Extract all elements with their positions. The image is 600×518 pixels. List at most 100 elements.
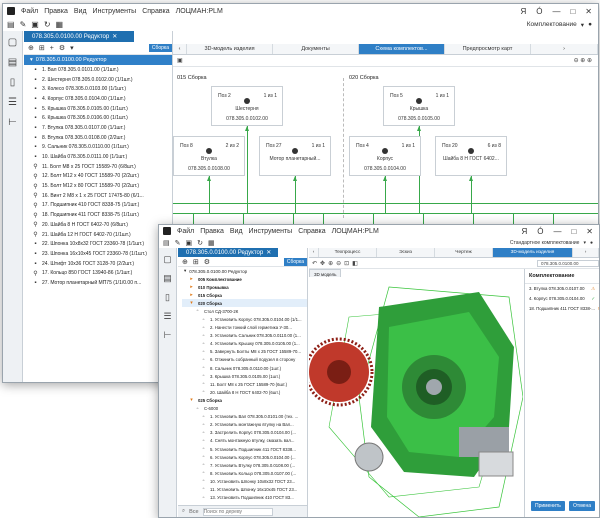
mode-selector[interactable]: Комплектование ▾ ● bbox=[527, 21, 598, 29]
tab-drawing[interactable]: Чертеж bbox=[435, 248, 493, 257]
tree-item[interactable]: ▫ 3. Установить Сальник 078.305.0.0110.00… bbox=[182, 332, 307, 340]
tree-item[interactable]: ▪ 22. Шпонка 10х8х32 ГОСТ 23360-78 (1/1шт… bbox=[32, 239, 172, 249]
rotate-icon[interactable]: ↶ bbox=[312, 260, 317, 267]
tree-item[interactable]: ▫ С-6000 bbox=[182, 405, 307, 413]
tree-item[interactable]: ▫ 3. Крышка 078.305.0.0105.00 (1шт.) bbox=[182, 372, 307, 380]
completion-item[interactable]: 18. Подшипник 411 ГОСТ 8338-...! bbox=[525, 303, 599, 313]
menu-edit[interactable]: Правка bbox=[44, 8, 68, 15]
expand-icon[interactable]: ⊕ bbox=[28, 44, 34, 52]
completion-item[interactable]: 4. Корпус 078.305.0.0104.00 ✓ bbox=[525, 294, 599, 304]
tab-prev-arrow[interactable]: ‹ bbox=[309, 248, 319, 257]
tree-item[interactable]: ▪ 7. Втулка 078.305.0.0107.00 (1/1шт.) bbox=[32, 123, 172, 133]
part-card[interactable]: Поз 4 1 из 1 Корпус 078.305.0.0104.00 bbox=[349, 136, 421, 176]
panel-icon[interactable]: ▢ bbox=[8, 37, 17, 48]
edit-icon[interactable]: ✎ bbox=[175, 239, 181, 247]
doc-tab[interactable]: 078.305.0.0100.00 Редуктор ✕ bbox=[178, 248, 278, 257]
expand-icon[interactable]: ⊕ bbox=[182, 258, 188, 266]
part-card[interactable]: Поз 20 6 из 8 Шайба 8 Н ГОСТ 6402... bbox=[435, 136, 507, 176]
tree-item[interactable]: ▾ 025 Сборка bbox=[182, 396, 307, 404]
cancel-button[interactable]: Отмена bbox=[569, 501, 595, 511]
layers-icon[interactable]: ☰ bbox=[8, 97, 17, 108]
doc-tab[interactable]: 078.305.0.0100.00 Редуктор ✕ bbox=[24, 31, 134, 42]
tree-item[interactable]: ▫ 1. Установить Вал 078.305.0.0101.00 (те… bbox=[182, 413, 307, 421]
help-icon[interactable]: ● bbox=[590, 240, 593, 246]
pan-icon[interactable]: ✥ bbox=[320, 260, 325, 267]
tree-item[interactable]: ▫ 8. Установить Кольцо 078.305.0.0107.00 … bbox=[182, 469, 307, 477]
tab-documents[interactable]: Документы bbox=[273, 44, 359, 54]
menu-help[interactable]: Справка bbox=[298, 228, 325, 235]
menu-file[interactable]: Файл bbox=[177, 228, 194, 235]
tree-item[interactable]: ▫ 1. Установить Корпус 078.305.0.0104.00 … bbox=[182, 315, 307, 323]
tree-item[interactable]: ▫ 2. Установить монтажную втулку на Вал..… bbox=[182, 421, 307, 429]
menu-view[interactable]: Вид bbox=[74, 8, 87, 15]
tree-item[interactable]: ⚲ 17. Кольцо 850 ГОСТ 13940-86 (1/1шт.) bbox=[32, 268, 172, 278]
tree-item[interactable]: ▪ 8. Втулка 078.305.0.0108.00 (2/2шт.) bbox=[32, 133, 172, 143]
menu-tools[interactable]: Инструменты bbox=[249, 228, 293, 235]
tree-item[interactable]: ⚲ 21. Шайба 12 Н ГОСТ 6402-70 (1/1шт.) bbox=[32, 230, 172, 240]
close-tab-icon[interactable]: ✕ bbox=[266, 249, 271, 256]
tab-3d-model[interactable]: 3D-модель изделия bbox=[493, 248, 573, 257]
tree-item[interactable]: ▸ 005 Комплектование bbox=[182, 275, 307, 283]
user-icon[interactable]: Я bbox=[520, 7, 526, 16]
tree-item[interactable]: ▫ 8. Сальник 078.305.0.0110.00 (1шт.) bbox=[182, 364, 307, 372]
search-scope[interactable]: Все bbox=[189, 509, 198, 515]
tree-item[interactable]: ▫ 4. Установить Крышку 078.305.0.0105.00 … bbox=[182, 340, 307, 348]
structure-icon[interactable]: ⊢ bbox=[8, 117, 17, 128]
tree-item[interactable]: ▫ 6. Установить Корпус 078.305.0.0104.00 … bbox=[182, 453, 307, 461]
layers-icon[interactable]: ☰ bbox=[163, 311, 171, 322]
print-icon[interactable]: ▦ bbox=[56, 20, 64, 29]
bookmark-icon[interactable]: ▯ bbox=[10, 77, 16, 88]
maximize-button[interactable]: □ bbox=[570, 7, 575, 16]
tree-item[interactable]: ▪ 3. Колесо 078.305.0.0103.00 (1/1шт.) bbox=[32, 84, 172, 94]
tab-next-arrow[interactable]: › bbox=[531, 44, 598, 54]
tree-item[interactable]: ▫ 7. Установить Втулку 078.305.0.0108.00 … bbox=[182, 461, 307, 469]
search-input[interactable] bbox=[202, 507, 273, 516]
close-tab-icon[interactable]: ✕ bbox=[112, 33, 117, 40]
refresh-icon[interactable]: ↻ bbox=[197, 239, 203, 247]
tree-item[interactable]: ▪ 2. Шестерня 078.305.0.0102.00 (1/1шт.) bbox=[32, 75, 172, 85]
tree-item[interactable]: ▫ 5. Установить Подшипник 411 ГОСТ 8338..… bbox=[182, 445, 307, 453]
minimize-button[interactable]: — bbox=[552, 7, 560, 16]
panel-icon[interactable]: ▢ bbox=[163, 254, 172, 265]
mode-selector[interactable]: Стандартное комплектование ▾ ● bbox=[510, 240, 599, 246]
bookmark-icon[interactable]: ▯ bbox=[165, 292, 170, 303]
zoom-icon[interactable]: ⊖ ⊕ ⊕ bbox=[574, 57, 598, 64]
tree-item[interactable]: ⚲ 11. Болт М8 х 25 ГОСТ 15589-70 (6/8шт.) bbox=[32, 162, 172, 172]
apply-button[interactable]: Применить bbox=[531, 501, 565, 511]
save-icon[interactable]: ▣ bbox=[177, 57, 183, 64]
section-icon[interactable]: ◧ bbox=[352, 260, 358, 267]
menu-plm[interactable]: ЛОЦМАН:PLM bbox=[332, 228, 379, 235]
part-card[interactable]: Поз 2 1 из 1 Шестерня 078.305.0.0102.00 bbox=[211, 86, 283, 126]
zoom-out-icon[interactable]: ⊖ bbox=[336, 260, 341, 267]
tree-icon[interactable]: ⊞ bbox=[39, 44, 45, 52]
tree-item[interactable]: ▫ Стол СД-3700-2К bbox=[182, 307, 307, 315]
tree-item[interactable]: ▫ 6. Отжинить собранный подузел в сторону bbox=[182, 356, 307, 364]
menu-file[interactable]: Файл bbox=[21, 8, 38, 15]
menu-plm[interactable]: ЛОЦМАН:PLM bbox=[176, 8, 223, 15]
completion-item[interactable]: 3. Втулка 078.305.0.0107.00 ⚠ bbox=[525, 284, 599, 294]
tree-item[interactable]: ▫ 3. Застрелить Корпус 078.305.0.0104.00 … bbox=[182, 429, 307, 437]
add-icon[interactable]: + bbox=[50, 45, 54, 52]
save-icon[interactable]: ▣ bbox=[186, 239, 193, 247]
tab-scheme[interactable]: Схема комплектов... bbox=[359, 44, 445, 54]
tree-root-item[interactable]: ▾ 078.305.0.0100.00 Редуктор bbox=[178, 267, 307, 275]
doc-icon[interactable]: ▤ bbox=[8, 57, 17, 68]
refresh-icon[interactable]: ↻ bbox=[44, 20, 51, 29]
tree-item[interactable]: ▫ 10. Установить Шпонку 10х8х32 ГОСТ 23..… bbox=[182, 477, 307, 485]
tree-item[interactable]: ▪ 9. Сальник 078.305.0.0110.00 (1/1шт.) bbox=[32, 143, 172, 153]
tree-item[interactable]: ⚲ 17. Подшипник 410 ГОСТ 8338-75 (1/1шт.) bbox=[32, 201, 172, 211]
tree-item[interactable]: ⚲ 18. Подшипник 411 ГОСТ 8338-75 (1/1шт.) bbox=[32, 210, 172, 220]
menu-tools[interactable]: Инструменты bbox=[93, 8, 137, 15]
tree-item[interactable]: ▸ 015 Сборка bbox=[182, 291, 307, 299]
part-card[interactable]: Поз 27 1 из 1 Мотор планетарный... bbox=[259, 136, 331, 176]
tree-item[interactable]: ▪ 27. Мотор планетарный МП75 (1/1/0.00 п.… bbox=[32, 278, 172, 288]
print-icon[interactable]: ▦ bbox=[208, 239, 215, 247]
doc-icon[interactable]: ▤ bbox=[163, 273, 172, 284]
tab-prev-arrow[interactable]: ‹ bbox=[173, 44, 187, 54]
user-icon[interactable]: Я bbox=[521, 227, 527, 236]
save-icon[interactable]: ▣ bbox=[31, 20, 39, 29]
bell-icon[interactable]: Ó bbox=[536, 7, 542, 16]
close-button[interactable]: ✕ bbox=[585, 7, 592, 16]
bell-icon[interactable]: Ó bbox=[537, 227, 543, 236]
tree-item[interactable]: ▾ 020 Сборка bbox=[182, 299, 307, 308]
